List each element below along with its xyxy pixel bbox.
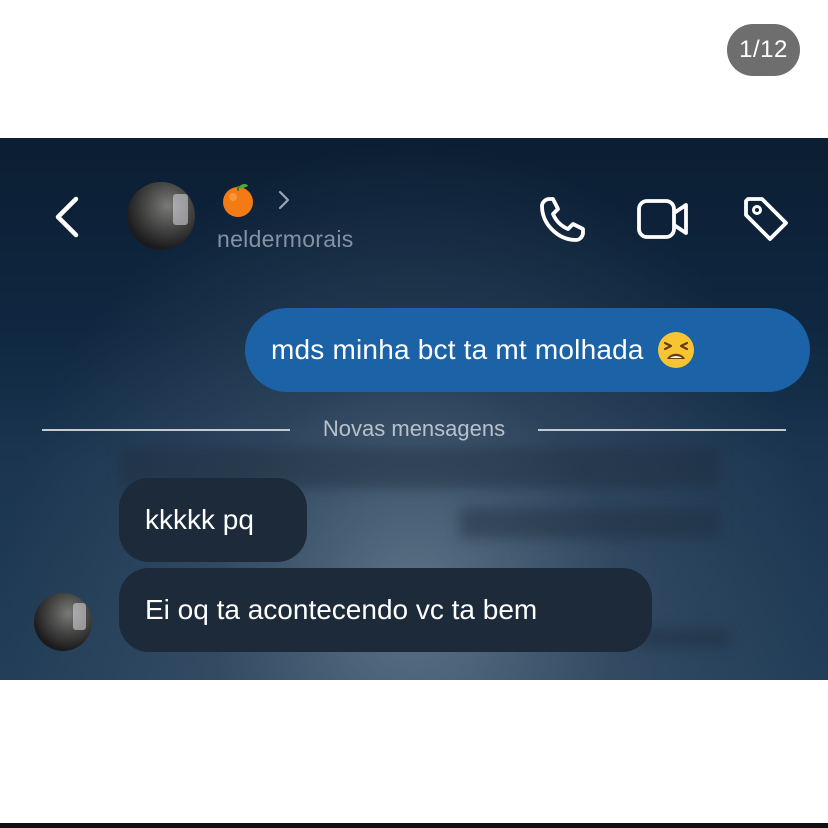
tag-button[interactable] (740, 193, 792, 245)
tired-face-emoji-icon (656, 330, 696, 370)
call-button[interactable] (537, 193, 589, 245)
message-text: mds minha bct ta mt molhada (271, 334, 644, 365)
contact-avatar[interactable] (127, 182, 195, 250)
page-counter: 1/12 (727, 24, 800, 76)
divider-line (538, 429, 786, 431)
video-call-button[interactable] (636, 193, 688, 245)
chat-header: neldermorais (0, 138, 828, 288)
background-blur-shape (640, 628, 730, 648)
message-text: kkkkk pq (145, 504, 254, 535)
new-messages-divider: Novas mensagens (42, 414, 786, 444)
background-blur-shape (460, 508, 720, 538)
contact-emoji[interactable] (220, 182, 256, 218)
video-camera-icon (637, 199, 688, 239)
back-button[interactable] (48, 193, 88, 241)
chevron-right-icon[interactable] (276, 188, 292, 212)
contact-username[interactable]: neldermorais (217, 226, 354, 253)
divider-line (42, 429, 290, 431)
divider-label: Novas mensagens (322, 416, 506, 441)
tag-icon (744, 197, 788, 241)
phone-icon (540, 197, 585, 242)
sent-message-bubble[interactable]: mds minha bct ta mt molhada (245, 308, 810, 392)
chat-screen: neldermorais mds minha bct ta mt molhada… (0, 138, 828, 680)
sender-avatar[interactable] (34, 593, 92, 651)
received-message-bubble[interactable]: kkkkk pq (119, 478, 307, 562)
back-chevron-icon (55, 196, 79, 238)
message-text: Ei oq ta acontecendo vc ta bem (145, 594, 538, 625)
orange-emoji-icon (223, 183, 253, 217)
screenshot-page: 1/12 neldermorais mds minha bct ta mt mo… (0, 0, 828, 828)
bottom-edge-bar (0, 823, 828, 828)
received-message-bubble[interactable]: Ei oq ta acontecendo vc ta bem (119, 568, 652, 652)
